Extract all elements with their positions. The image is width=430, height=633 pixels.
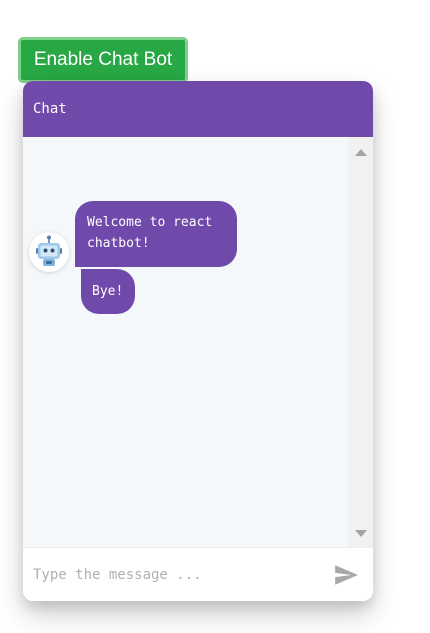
scroll-down-arrow-icon[interactable] [355,530,367,537]
message-list-scrollbar[interactable] [348,137,373,547]
message-input[interactable] [23,548,323,601]
chat-header: Chat [23,81,373,137]
robot-icon [29,232,69,272]
enable-chat-bot-button[interactable]: Enable Chat Bot [18,37,188,83]
chat-message-list: Welcome to react chatbot! Bye! [23,137,348,601]
bot-message-bubble: Bye! [81,269,135,314]
send-icon[interactable] [333,562,359,588]
chat-header-title: Chat [33,101,67,117]
scroll-up-arrow-icon[interactable] [355,149,367,156]
chat-footer [23,547,373,601]
chatbot-window: Chat Welcome to react chatbot! Bye! [23,81,373,601]
bot-message-bubble: Welcome to react chatbot! [75,201,237,267]
